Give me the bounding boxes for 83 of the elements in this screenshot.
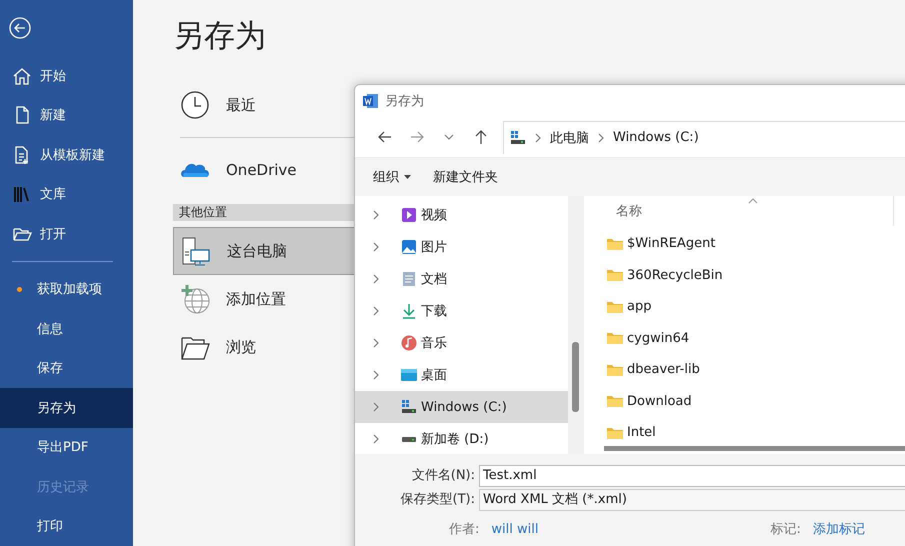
download-icon <box>401 303 417 319</box>
nav-item[interactable]: 视频 <box>355 199 568 231</box>
add-location-icon <box>180 284 210 314</box>
forward-icon <box>409 129 425 145</box>
chevron-icon <box>372 306 380 316</box>
nav-item[interactable]: 桌面 <box>355 359 568 391</box>
address-bar[interactable]: 此电脑 Windows (C:) <box>503 120 905 154</box>
sidebar-item[interactable]: 文库 <box>0 174 133 214</box>
location-item[interactable]: 最近 <box>173 79 349 131</box>
folder-icon <box>606 267 624 284</box>
location-item[interactable]: OneDrive <box>173 144 349 196</box>
sidebar-item[interactable]: 打印 <box>0 506 133 546</box>
nav-item[interactable]: Windows (C:) <box>355 391 568 423</box>
up-icon <box>473 129 489 145</box>
scrollbar-thumb[interactable] <box>572 342 579 412</box>
chevron-icon <box>534 132 542 142</box>
sidebar-item[interactable]: 新建 <box>0 95 133 135</box>
library-icon <box>12 184 32 204</box>
nav-item[interactable]: 下载 <box>355 295 568 327</box>
folder-icon <box>606 330 624 346</box>
new-folder-button[interactable]: 新建文件夹 <box>433 168 498 186</box>
field-label: 标记: <box>770 521 801 538</box>
file-name[interactable]: $WinREAgent <box>627 236 716 252</box>
sidebar-item[interactable]: 信息 <box>0 308 133 348</box>
dialog-title: 另存为 <box>385 93 424 110</box>
breadcrumb-item[interactable]: Windows (C:) <box>613 130 699 145</box>
back-icon <box>377 129 393 145</box>
file-name[interactable]: 360RecycleBin <box>627 268 723 283</box>
chevron-icon <box>372 274 380 284</box>
sidebar-item[interactable]: 开始 <box>0 56 133 96</box>
organize-menu[interactable]: 组织 <box>373 168 411 186</box>
sidebar-item[interactable]: 导出PDF <box>0 428 133 468</box>
music-icon <box>401 335 417 351</box>
desktop-icon <box>401 367 417 383</box>
caret-icon <box>404 175 411 179</box>
nav-item[interactable]: 音乐 <box>355 327 568 359</box>
sidebar-item[interactable]: 另存为 <box>0 388 133 428</box>
nav-item[interactable]: 新加卷 (D:) <box>355 423 568 455</box>
sidebar-item[interactable]: 保存 <box>0 348 133 388</box>
page-title: 另存为 <box>173 17 267 56</box>
field-label: 保存类型(T): <box>400 491 476 509</box>
horizontal-scrollbar[interactable] <box>604 446 905 451</box>
file-name[interactable]: Download <box>627 394 692 409</box>
sidebar-item[interactable]: 打开 <box>0 214 133 254</box>
nav-item[interactable]: 文档 <box>355 263 568 295</box>
drive-icon <box>401 399 417 415</box>
home-icon <box>12 66 32 86</box>
chevron-icon <box>372 242 380 252</box>
document-icon <box>401 271 417 287</box>
nav-item[interactable]: 图片 <box>355 231 568 263</box>
file-name[interactable]: cygwin64 <box>627 330 690 346</box>
add-tag-link[interactable]: 添加标记 <box>812 520 865 538</box>
location-item[interactable]: 浏览 <box>173 323 355 371</box>
chevron-icon <box>372 210 380 220</box>
sort-icon <box>748 198 758 204</box>
chevron-icon <box>372 370 380 380</box>
folder-icon <box>606 393 624 410</box>
author-link[interactable]: will will <box>491 522 538 536</box>
section-header: 其他位置 <box>173 204 355 221</box>
location-item[interactable]: 添加位置 <box>173 275 355 323</box>
file-name[interactable]: app <box>627 299 652 314</box>
chevron-icon <box>372 434 380 444</box>
back-icon[interactable] <box>9 16 31 39</box>
column-header[interactable]: 名称 <box>616 202 642 220</box>
file-type-dropdown[interactable]: Word XML 文档 (*.xml) <box>479 489 905 511</box>
video-icon <box>401 207 417 223</box>
sidebar-item[interactable]: 从模板新建 <box>0 134 133 174</box>
computer-icon <box>181 236 211 266</box>
word-icon <box>363 93 379 109</box>
field-label: 作者: <box>449 521 480 538</box>
chevron-icon <box>372 338 380 348</box>
field-label: 文件名(N): <box>410 467 476 485</box>
breadcrumb-item[interactable]: 此电脑 <box>550 128 589 146</box>
location-item[interactable]: 这台电脑 <box>173 227 355 275</box>
drive-icon <box>510 130 526 146</box>
chevron-icon <box>372 402 380 412</box>
file-name[interactable]: dbeaver-lib <box>627 362 700 378</box>
file-name[interactable]: Intel <box>627 425 656 440</box>
sidebar-item[interactable]: 获取加载项 <box>0 269 133 309</box>
chevron-icon <box>597 132 605 142</box>
clock-icon <box>180 90 210 120</box>
filename-field[interactable]: Test.xml <box>479 465 905 487</box>
image-icon <box>401 239 417 255</box>
